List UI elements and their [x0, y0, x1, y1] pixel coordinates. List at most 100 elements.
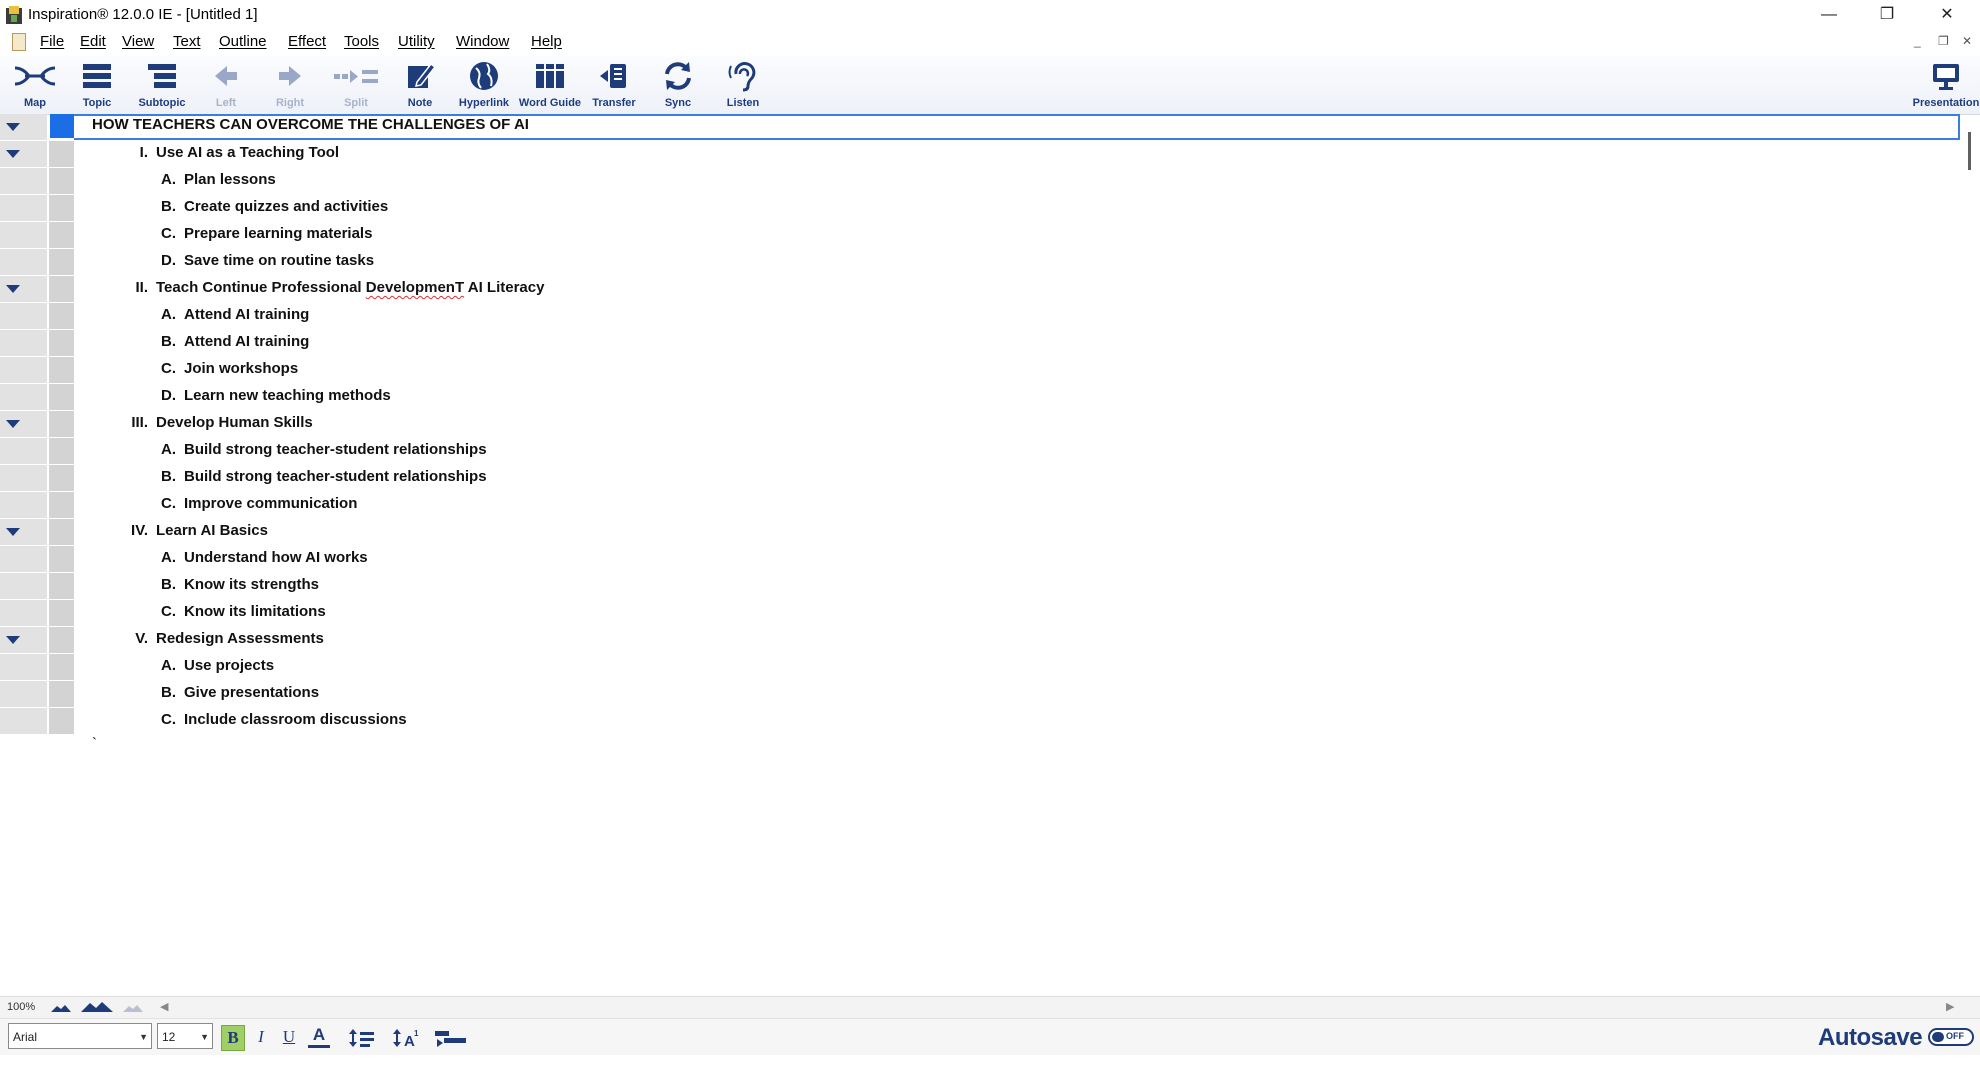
gutter-row[interactable] — [0, 708, 74, 735]
outline-subtopic[interactable]: C. Join workshops — [150, 360, 298, 377]
gutter-row[interactable] — [0, 573, 74, 600]
collapse-triangle-icon[interactable] — [6, 285, 20, 293]
mdi-close-button[interactable]: ✕ — [1962, 34, 1972, 48]
menu-help[interactable]: Help — [531, 33, 562, 50]
menu-tools[interactable]: Tools — [344, 33, 379, 50]
outline-subtopic[interactable]: B. Know its strengths — [150, 576, 319, 593]
outline-topic[interactable]: I. Use AI as a Teaching Tool — [118, 144, 339, 161]
gutter-row[interactable] — [0, 654, 74, 681]
outline-subtopic[interactable]: B. Attend AI training — [150, 333, 309, 350]
zoom-fit-icon[interactable] — [80, 1001, 114, 1013]
outline-subtopic[interactable]: B. Build strong teacher-student relations… — [150, 468, 487, 485]
transfer-button[interactable]: Transfer — [584, 58, 644, 112]
gutter-row[interactable] — [0, 600, 74, 627]
outline-subtopic[interactable]: B. Give presentations — [150, 684, 319, 701]
gutter-row[interactable] — [0, 465, 74, 492]
gutter-row[interactable] — [0, 519, 74, 546]
left-button[interactable]: Left — [198, 58, 254, 112]
collapse-triangle-icon[interactable] — [6, 123, 20, 131]
italic-button[interactable]: I — [250, 1025, 272, 1049]
scroll-left-arrow[interactable]: ◀ — [160, 1000, 168, 1013]
zoom-out-icon[interactable] — [50, 1001, 72, 1013]
gutter-row[interactable] — [0, 276, 74, 303]
font-family-select[interactable]: Arial ▼ — [8, 1023, 152, 1049]
outline-subtopic[interactable]: A. Use projects — [150, 657, 274, 674]
note-button[interactable]: Note — [392, 58, 448, 112]
collapse-triangle-icon[interactable] — [6, 528, 20, 536]
menu-edit[interactable]: Edit — [80, 33, 106, 50]
font-size-select[interactable]: 12 ▼ — [157, 1023, 213, 1049]
font-color-button[interactable]: A — [308, 1025, 330, 1048]
misspelled-word[interactable]: DevelopmenT — [366, 279, 464, 296]
split-button[interactable]: Split — [326, 58, 386, 112]
gutter-row[interactable] — [0, 168, 74, 195]
mdi-minimize-button[interactable]: _ — [1914, 34, 1921, 48]
outline-subtopic[interactable]: D. Learn new teaching methods — [150, 387, 391, 404]
line-spacing-icon[interactable] — [348, 1027, 376, 1049]
vertical-scrollbar-thumb[interactable] — [1968, 132, 1971, 170]
collapse-triangle-icon[interactable] — [6, 150, 20, 158]
gutter-row[interactable] — [0, 195, 74, 222]
outline-subtopic[interactable]: C. Improve communication — [150, 495, 357, 512]
underline-button[interactable]: U — [278, 1025, 300, 1049]
gutter-row[interactable] — [0, 438, 74, 465]
menu-outline[interactable]: Outline — [219, 33, 267, 50]
gutter-row[interactable] — [0, 357, 74, 384]
listen-button[interactable]: Listen — [714, 58, 772, 112]
outline-subtopic[interactable]: C. Prepare learning materials — [150, 225, 372, 242]
mdi-restore-button[interactable]: ❐ — [1938, 34, 1949, 48]
outline-subtopic[interactable]: A. Attend AI training — [150, 306, 309, 323]
gutter-row[interactable] — [0, 681, 74, 708]
presentation-button[interactable]: Presentation — [1912, 58, 1980, 112]
autosave-toggle[interactable]: OFF — [1928, 1028, 1974, 1046]
close-button[interactable]: ✕ — [1918, 0, 1976, 30]
outline-topic[interactable]: III. Develop Human Skills — [118, 414, 312, 431]
map-button[interactable]: Map — [6, 58, 64, 112]
outline-subtopic[interactable]: A. Understand how AI works — [150, 549, 368, 566]
selected-topic-marker[interactable] — [50, 114, 74, 138]
collapse-triangle-icon[interactable] — [6, 420, 20, 428]
gutter-row[interactable] — [0, 546, 74, 573]
bold-button[interactable]: B — [221, 1025, 245, 1051]
gutter-row[interactable] — [0, 303, 74, 330]
outline-subtopic[interactable]: D. Save time on routine tasks — [150, 252, 374, 269]
menu-view[interactable]: View — [122, 33, 154, 50]
minimize-button[interactable]: — — [1800, 0, 1858, 30]
sync-button[interactable]: Sync — [650, 58, 706, 112]
outline-topic[interactable]: IV. Learn AI Basics — [118, 522, 268, 539]
scroll-right-arrow[interactable]: ▶ — [1946, 1000, 1954, 1013]
right-button[interactable]: Right — [262, 58, 318, 112]
outline-title[interactable]: HOW TEACHERS CAN OVERCOME THE CHALLENGES… — [92, 116, 529, 133]
document-icon[interactable] — [12, 33, 26, 51]
menu-effect[interactable]: Effect — [288, 33, 326, 50]
restore-button[interactable]: ❐ — [1858, 0, 1916, 30]
menu-text[interactable]: Text — [173, 33, 201, 50]
gutter-row[interactable] — [0, 222, 74, 249]
zoom-in-icon[interactable] — [122, 1001, 144, 1013]
gutter-row[interactable] — [0, 384, 74, 411]
gutter-row[interactable] — [0, 492, 74, 519]
menu-utility[interactable]: Utility — [398, 33, 435, 50]
word-guide-button[interactable]: Word Guide — [516, 58, 584, 112]
hyperlink-button[interactable]: Hyperlink — [452, 58, 516, 112]
superscript-icon[interactable]: A 1 — [392, 1027, 420, 1049]
topic-button[interactable]: Topic — [68, 58, 126, 112]
gutter-row[interactable] — [0, 114, 50, 141]
menu-file[interactable]: File — [40, 33, 64, 50]
gutter-row[interactable] — [0, 627, 74, 654]
zoom-level[interactable]: 100% — [7, 1001, 35, 1013]
collapse-triangle-icon[interactable] — [6, 636, 20, 644]
outline-subtopic[interactable]: C. Include classroom discussions — [150, 711, 407, 728]
menu-window[interactable]: Window — [456, 33, 509, 50]
gutter-row[interactable] — [0, 249, 74, 276]
subtopic-button[interactable]: Subtopic — [130, 58, 194, 112]
outline-topic[interactable]: V. Redesign Assessments — [118, 630, 324, 647]
outline-subtopic[interactable]: C. Know its limitations — [150, 603, 326, 620]
gutter-row[interactable] — [0, 330, 74, 357]
gutter-row[interactable] — [0, 411, 74, 438]
outline-subtopic[interactable]: A. Build strong teacher-student relations… — [150, 441, 487, 458]
outline-topic[interactable]: II. Teach Continue Professional Developme… — [118, 279, 544, 296]
gutter-row[interactable] — [0, 141, 74, 168]
outline-subtopic[interactable]: B. Create quizzes and activities — [150, 198, 388, 215]
outline-subtopic[interactable]: A. Plan lessons — [150, 171, 276, 188]
